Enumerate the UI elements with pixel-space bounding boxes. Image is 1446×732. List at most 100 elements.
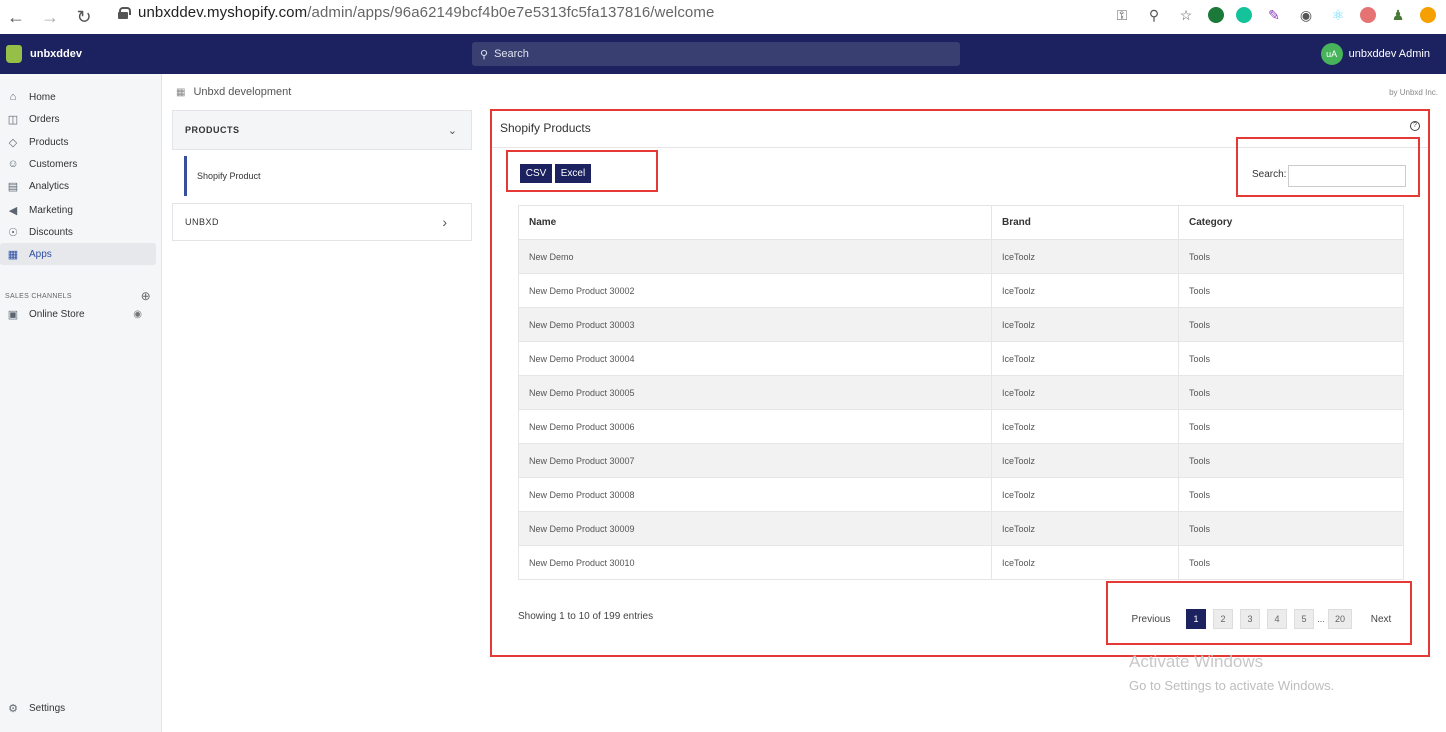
sidebar-item-home[interactable]: ⌂ Home <box>0 86 156 108</box>
add-channel-icon[interactable]: ⊕ <box>141 289 151 303</box>
column-header-brand[interactable]: Brand <box>991 205 1179 240</box>
sidebar-item-label: Settings <box>29 702 66 714</box>
table-row: New Demo Product 30006 IceToolz Tools <box>518 409 1404 444</box>
sales-channels-label: SALES CHANNELS <box>5 292 72 300</box>
sidebar-item-orders[interactable]: ◫ Orders <box>0 108 156 130</box>
chevron-down-icon: ⌄ <box>447 124 457 137</box>
react-icon[interactable]: ⚛ <box>1328 5 1348 25</box>
sidebar-item-label: Online Store <box>29 308 85 320</box>
cell-category: Tools <box>1178 409 1404 444</box>
lock-icon <box>118 7 131 19</box>
cell-category: Tools <box>1178 341 1404 376</box>
alert-icon[interactable] <box>1420 7 1436 23</box>
sidebar-item-products[interactable]: ◇ Products <box>0 131 156 153</box>
table-row: New Demo Product 30007 IceToolz Tools <box>518 443 1404 478</box>
export-buttons-highlight: CSV Excel <box>506 150 658 192</box>
products-section-toggle[interactable]: PRODUCTS ⌄ <box>172 110 472 150</box>
avatar: uA <box>1320 43 1343 65</box>
table-row: New Demo Product 30009 IceToolz Tools <box>518 511 1404 546</box>
sidebar-item-customers[interactable]: ☺ Customers <box>0 153 156 175</box>
back-arrow-icon[interactable]: ← <box>4 5 28 29</box>
address-bar[interactable]: unbxddev.myshopify.com/admin/apps/96a621… <box>118 4 714 21</box>
grammarly-icon[interactable] <box>1236 7 1252 23</box>
sidebar-item-discounts[interactable]: ☉ Discounts <box>0 221 156 243</box>
page-button-5[interactable]: 5 <box>1294 609 1314 629</box>
sidebar-item-settings[interactable]: ⚙ Settings <box>0 697 156 719</box>
next-page-button[interactable]: Next <box>1366 609 1396 629</box>
column-header-name[interactable]: Name <box>518 205 992 240</box>
page-button-2[interactable]: 2 <box>1213 609 1233 629</box>
table-search-input[interactable] <box>1288 165 1406 187</box>
zoom-icon[interactable]: ⚲ <box>1144 5 1164 25</box>
cell-name: New Demo Product 30010 <box>518 545 992 580</box>
cell-brand: IceToolz <box>991 443 1179 478</box>
sidebar-item-label: Home <box>29 91 56 103</box>
global-search-input[interactable]: ⚲ Search <box>472 42 960 66</box>
sidebar-item-marketing[interactable]: ◀ Marketing <box>0 199 156 221</box>
url-path: /admin/apps/96a62149bcf4b0e7e5313fc5fa13… <box>307 4 715 21</box>
page-button-4[interactable]: 4 <box>1267 609 1287 629</box>
cell-category: Tools <box>1178 545 1404 580</box>
sidebar-item-analytics[interactable]: ▤ Analytics <box>0 175 156 197</box>
shopify-products-panel: Shopify Products ? CSV Excel Search: Nam… <box>490 109 1430 657</box>
excel-export-button[interactable]: Excel <box>555 164 591 183</box>
previous-page-button[interactable]: Previous <box>1128 609 1174 629</box>
cell-name: New Demo Product 30009 <box>518 511 992 546</box>
cell-brand: IceToolz <box>991 375 1179 410</box>
panel-title: Shopify Products <box>500 121 591 135</box>
shopify-topbar: unbxddev ⚲ Search uA unbxddev Admin <box>0 34 1446 74</box>
page-button-20[interactable]: 20 <box>1328 609 1352 629</box>
forward-arrow-icon[interactable]: → <box>38 5 62 29</box>
table-row: New Demo Product 30010 IceToolz Tools <box>518 545 1404 580</box>
sidebar-item-label: Customers <box>29 158 78 170</box>
star-icon[interactable]: ☆ <box>1176 5 1196 25</box>
page-button-3[interactable]: 3 <box>1240 609 1260 629</box>
cell-brand: IceToolz <box>991 545 1179 580</box>
table-search-highlight: Search: <box>1236 137 1420 197</box>
cell-name: New Demo Product 30004 <box>518 341 992 376</box>
table-row: New Demo Product 30005 IceToolz Tools <box>518 375 1404 410</box>
cell-brand: IceToolz <box>991 341 1179 376</box>
cell-name: New Demo Product 30006 <box>518 409 992 444</box>
gear-icon: ⚙ <box>8 702 18 715</box>
help-icon[interactable]: ? <box>1410 121 1420 131</box>
unbxd-section-label: UNBXD <box>185 217 220 227</box>
extension-badge-icon[interactable] <box>1360 7 1376 23</box>
reload-icon[interactable]: ↻ <box>72 5 96 29</box>
sidebar-item-label: Marketing <box>29 204 73 216</box>
store-name[interactable]: unbxddev <box>30 48 82 60</box>
sidebar-item-apps[interactable]: ▦ Apps <box>0 243 156 265</box>
shopify-product-link[interactable]: Shopify Product <box>184 156 472 196</box>
sidebar-item-online-store[interactable]: ▣ Online Store ◉ <box>0 303 156 325</box>
table-row: New Demo Product 30003 IceToolz Tools <box>518 307 1404 342</box>
cell-brand: IceToolz <box>991 409 1179 444</box>
cell-name: New Demo Product 30007 <box>518 443 992 478</box>
url-host: unbxddev.myshopify.com <box>138 4 308 21</box>
table-header-row: Name Brand Category <box>518 205 1404 240</box>
column-header-category[interactable]: Category <box>1178 205 1404 240</box>
app-title: Unbxd development <box>193 86 292 98</box>
extension-icon[interactable] <box>1208 7 1224 23</box>
products-table: Name Brand Category New Demo IceToolz To… <box>518 205 1404 580</box>
cell-name: New Demo Product 30008 <box>518 477 992 512</box>
cell-category: Tools <box>1178 307 1404 342</box>
sidebar-item-label: Orders <box>29 113 60 125</box>
app-header: ▦ Unbxd development by Unbxd Inc. <box>162 74 1446 110</box>
account-menu[interactable]: uA unbxddev Admin <box>1320 43 1430 65</box>
camera-icon[interactable]: ◉ <box>1296 5 1316 25</box>
profile-icon[interactable]: ♟ <box>1388 5 1408 25</box>
table-row: New Demo Product 30004 IceToolz Tools <box>518 341 1404 376</box>
chevron-right-icon: › <box>442 214 447 230</box>
key-icon[interactable]: ⚿ <box>1112 5 1132 25</box>
store-icon: ▣ <box>7 308 19 321</box>
search-placeholder: Search <box>494 48 529 60</box>
unbxd-section-toggle[interactable]: UNBXD › <box>172 203 472 241</box>
pen-icon[interactable]: ✎ <box>1264 5 1284 25</box>
cell-category: Tools <box>1178 375 1404 410</box>
sidebar-item-label: Analytics <box>29 180 70 192</box>
table-row: New Demo Product 30008 IceToolz Tools <box>518 477 1404 512</box>
csv-export-button[interactable]: CSV <box>520 164 552 183</box>
cell-category: Tools <box>1178 273 1404 308</box>
eye-icon[interactable]: ◉ <box>133 309 142 320</box>
page-button-1[interactable]: 1 <box>1186 609 1206 629</box>
